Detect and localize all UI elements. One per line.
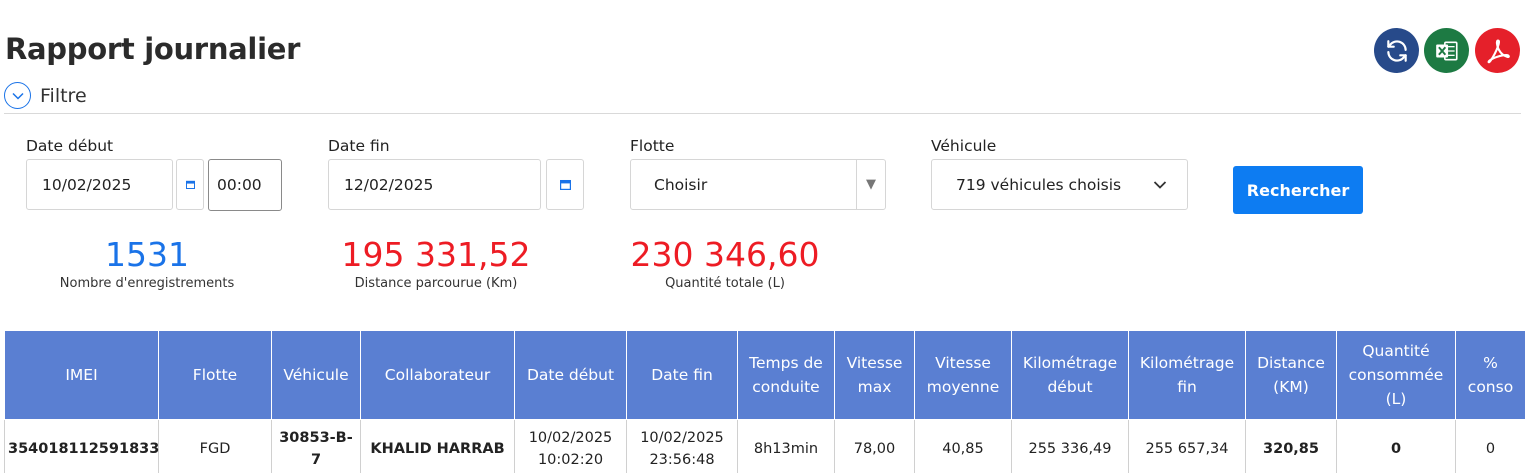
refresh-button[interactable] [1374, 28, 1419, 73]
column-header-imei[interactable]: IMEI [4, 330, 159, 420]
column-header-conso[interactable]: % conso [1455, 330, 1525, 420]
cell-speed-max: 78,00 [834, 419, 915, 473]
table-row: 354018112591833 FGD 30853-B-7 KHALID HAR… [4, 419, 1525, 473]
column-header-vehicle[interactable]: Véhicule [271, 330, 361, 420]
column-header-km-end[interactable]: Kilométrage fin [1128, 330, 1246, 420]
column-header-driving-time[interactable]: Temps de conduite [737, 330, 835, 420]
stat-quantity-label: Quantité totale (L) [665, 276, 785, 291]
filter-label: Filtre [40, 84, 87, 107]
cell-conso: 0 [1455, 419, 1525, 473]
column-header-km-start[interactable]: Kilométrage début [1011, 330, 1129, 420]
refresh-icon [1386, 39, 1407, 62]
stat-distance-label: Distance parcourue (Km) [354, 276, 518, 291]
pdf-icon [1487, 38, 1510, 63]
cell-km-start: 255 336,49 [1011, 419, 1129, 473]
excel-icon [1435, 41, 1458, 60]
stat-distance-value: 195 331,52 [341, 235, 531, 274]
export-excel-button[interactable] [1424, 28, 1469, 73]
search-button[interactable]: Rechercher [1233, 166, 1363, 214]
stat-distance: 195 331,52 Distance parcourue (Km) [340, 235, 532, 292]
cell-driving-time: 8h13min [737, 419, 835, 473]
cell-date-start: 10/02/2025 10:02:20 [514, 419, 627, 473]
column-header-distance[interactable]: Distance (KM) [1245, 330, 1337, 420]
column-header-date-start[interactable]: Date début [514, 330, 627, 420]
cell-distance: 320,85 [1245, 419, 1337, 473]
caret-down-icon: ▼ [856, 160, 885, 209]
vehicle-select[interactable]: 719 véhicules choisis [931, 159, 1188, 210]
column-header-speed-avg[interactable]: Vitesse moyenne [914, 330, 1012, 420]
stat-records-label: Nombre d'enregistrements [59, 276, 235, 291]
column-header-date-end[interactable]: Date fin [626, 330, 738, 420]
filter-toggle-button[interactable] [4, 82, 31, 109]
cell-imei: 354018112591833 [4, 419, 159, 473]
vehicle-label: Véhicule [931, 137, 997, 155]
date-start-label: Date début [26, 137, 114, 155]
vehicle-select-value: 719 véhicules choisis [956, 175, 1122, 194]
export-pdf-button[interactable] [1475, 28, 1520, 73]
cell-quantity: 0 [1336, 419, 1456, 473]
date-start-calendar-button[interactable] [176, 159, 204, 210]
cell-vehicle-link[interactable]: 30853-B-7 [271, 419, 361, 473]
date-end-calendar-button[interactable] [546, 159, 584, 210]
date-end-label: Date fin [328, 137, 390, 155]
fleet-select-value: Choisir [654, 175, 708, 194]
stat-records-value: 1531 [105, 235, 189, 274]
fleet-label: Flotte [630, 137, 675, 155]
divider [4, 113, 1521, 114]
report-table: IMEI Flotte Véhicule Collaborateur Date … [4, 330, 1525, 473]
stat-quantity-value: 230 346,60 [630, 235, 820, 274]
column-header-quantity[interactable]: Quantité consommée (L) [1336, 330, 1456, 420]
fleet-select[interactable]: Choisir ▼ [630, 159, 886, 210]
calendar-icon [185, 180, 195, 189]
column-header-collaborator[interactable]: Collaborateur [360, 330, 515, 420]
stat-records: 1531 Nombre d'enregistrements [48, 235, 246, 292]
stat-quantity: 230 346,60 Quantité totale (L) [630, 235, 820, 292]
cell-speed-avg: 40,85 [914, 419, 1012, 473]
calendar-icon [559, 179, 571, 190]
time-start-input[interactable]: 00:00 [208, 159, 282, 211]
column-header-speed-max[interactable]: Vitesse max [834, 330, 915, 420]
cell-fleet: FGD [158, 419, 272, 473]
cell-date-end: 10/02/2025 23:56:48 [626, 419, 738, 473]
chevron-down-icon [11, 92, 24, 100]
cell-collaborator: KHALID HARRAB [360, 419, 515, 473]
table-header-row: IMEI Flotte Véhicule Collaborateur Date … [4, 330, 1525, 420]
column-header-fleet[interactable]: Flotte [158, 330, 272, 420]
date-start-input[interactable]: 10/02/2025 [26, 159, 173, 210]
chevron-down-icon [1153, 181, 1167, 189]
page-title: Rapport journalier [5, 32, 301, 66]
cell-km-end: 255 657,34 [1128, 419, 1246, 473]
date-end-input[interactable]: 12/02/2025 [328, 159, 541, 210]
